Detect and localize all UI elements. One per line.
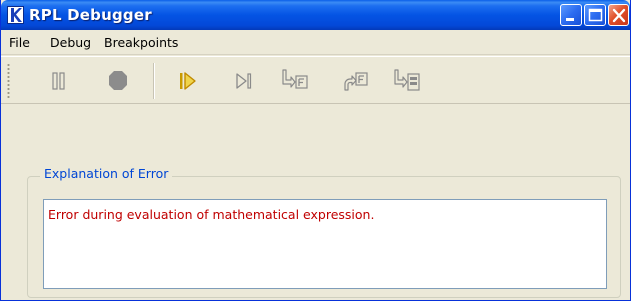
stop-icon bbox=[109, 71, 127, 90]
window-title: RPL Debugger bbox=[29, 6, 152, 24]
close-button[interactable] bbox=[608, 4, 629, 26]
resume-icon bbox=[180, 72, 196, 90]
step-over-statement-icon bbox=[394, 69, 420, 91]
app-logo-icon bbox=[7, 6, 24, 24]
minimize-icon bbox=[566, 18, 574, 21]
pause-icon bbox=[52, 72, 65, 90]
step-out-function-button[interactable] bbox=[341, 66, 371, 96]
title-bar[interactable]: RPL Debugger bbox=[1, 0, 630, 30]
step-out-function-icon bbox=[344, 72, 368, 91]
step-icon bbox=[236, 73, 252, 89]
step-into-function-icon bbox=[282, 69, 308, 89]
menu-bar: File Debug Breakpoints bbox=[1, 30, 630, 55]
resume-button[interactable] bbox=[173, 66, 203, 96]
step-button[interactable] bbox=[229, 66, 259, 96]
menu-file[interactable]: File bbox=[9, 35, 30, 50]
stop-button[interactable] bbox=[103, 66, 133, 96]
menu-debug[interactable]: Debug bbox=[50, 35, 91, 50]
menu-breakpoints[interactable]: Breakpoints bbox=[104, 35, 178, 50]
step-over-statement-button[interactable] bbox=[393, 66, 423, 96]
toolbar bbox=[1, 56, 630, 104]
toolbar-grip[interactable] bbox=[7, 63, 10, 99]
toolbar-separator bbox=[153, 63, 155, 99]
pause-button[interactable] bbox=[45, 66, 75, 96]
maximize-button[interactable] bbox=[584, 4, 606, 26]
maximize-icon bbox=[588, 8, 603, 22]
step-into-function-button[interactable] bbox=[281, 66, 311, 96]
minimize-button[interactable] bbox=[560, 4, 582, 26]
error-message-field[interactable]: Error during evaluation of mathematical … bbox=[43, 199, 607, 289]
close-icon bbox=[612, 8, 626, 23]
error-message-text: Error during evaluation of mathematical … bbox=[48, 207, 375, 222]
explanation-group-title: Explanation of Error bbox=[40, 166, 173, 181]
debugger-window: RPL Debugger File Debug Breakpoints Expl… bbox=[0, 0, 631, 301]
